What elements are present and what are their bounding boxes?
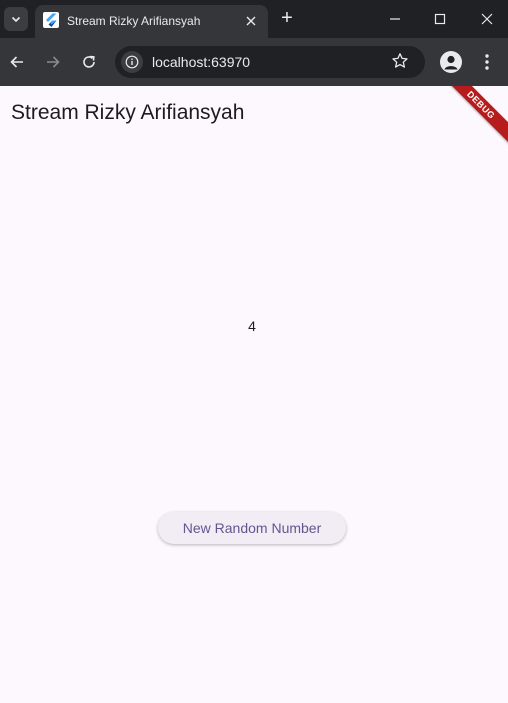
minimize-button[interactable] <box>384 8 406 30</box>
debug-banner: DEBUG <box>448 86 508 146</box>
profile-button[interactable] <box>440 51 462 73</box>
browser-menu-button[interactable] <box>477 52 497 72</box>
arrow-right-icon <box>47 56 60 68</box>
url-text[interactable]: localhost:63970 <box>152 54 250 70</box>
reload-button[interactable] <box>77 50 101 74</box>
close-icon <box>246 16 256 26</box>
page-title: Stream Rizky Arifiansyah <box>11 101 245 124</box>
flutter-logo-icon <box>43 12 59 28</box>
tab-search-button[interactable] <box>4 7 28 31</box>
tab-close-button[interactable] <box>242 12 260 30</box>
maximize-button[interactable] <box>429 8 451 30</box>
browser-tab-active[interactable]: Stream Rizky Arifiansyah <box>35 5 268 38</box>
debug-banner-container: DEBUG <box>448 86 508 146</box>
new-tab-button[interactable]: + <box>277 7 297 29</box>
close-icon <box>481 13 493 25</box>
maximize-icon <box>434 13 446 25</box>
plus-icon: + <box>281 7 293 29</box>
tab-title: Stream Rizky Arifiansyah <box>67 14 201 28</box>
close-window-button[interactable] <box>476 8 498 30</box>
random-number-display: 4 <box>248 318 256 334</box>
bookmark-button[interactable] <box>391 52 411 72</box>
forward-button[interactable] <box>41 50 65 74</box>
address-bar[interactable]: localhost:63970 <box>115 46 425 78</box>
info-icon <box>125 55 139 69</box>
avatar-icon <box>444 55 458 70</box>
arrow-left-icon <box>10 56 23 68</box>
more-vertical-icon <box>485 54 489 70</box>
star-icon <box>392 53 408 68</box>
browser-tab-strip: Stream Rizky Arifiansyah + <box>0 0 508 38</box>
back-button[interactable] <box>5 50 29 74</box>
chevron-down-icon <box>11 16 21 23</box>
browser-toolbar: localhost:63970 <box>0 38 508 86</box>
minimize-icon <box>390 18 400 20</box>
new-random-number-button[interactable]: New Random Number <box>158 512 346 544</box>
site-info-button[interactable] <box>121 51 143 73</box>
reload-icon <box>83 55 95 68</box>
app-page: Stream Rizky Arifiansyah 4 New Random Nu… <box>0 86 508 703</box>
